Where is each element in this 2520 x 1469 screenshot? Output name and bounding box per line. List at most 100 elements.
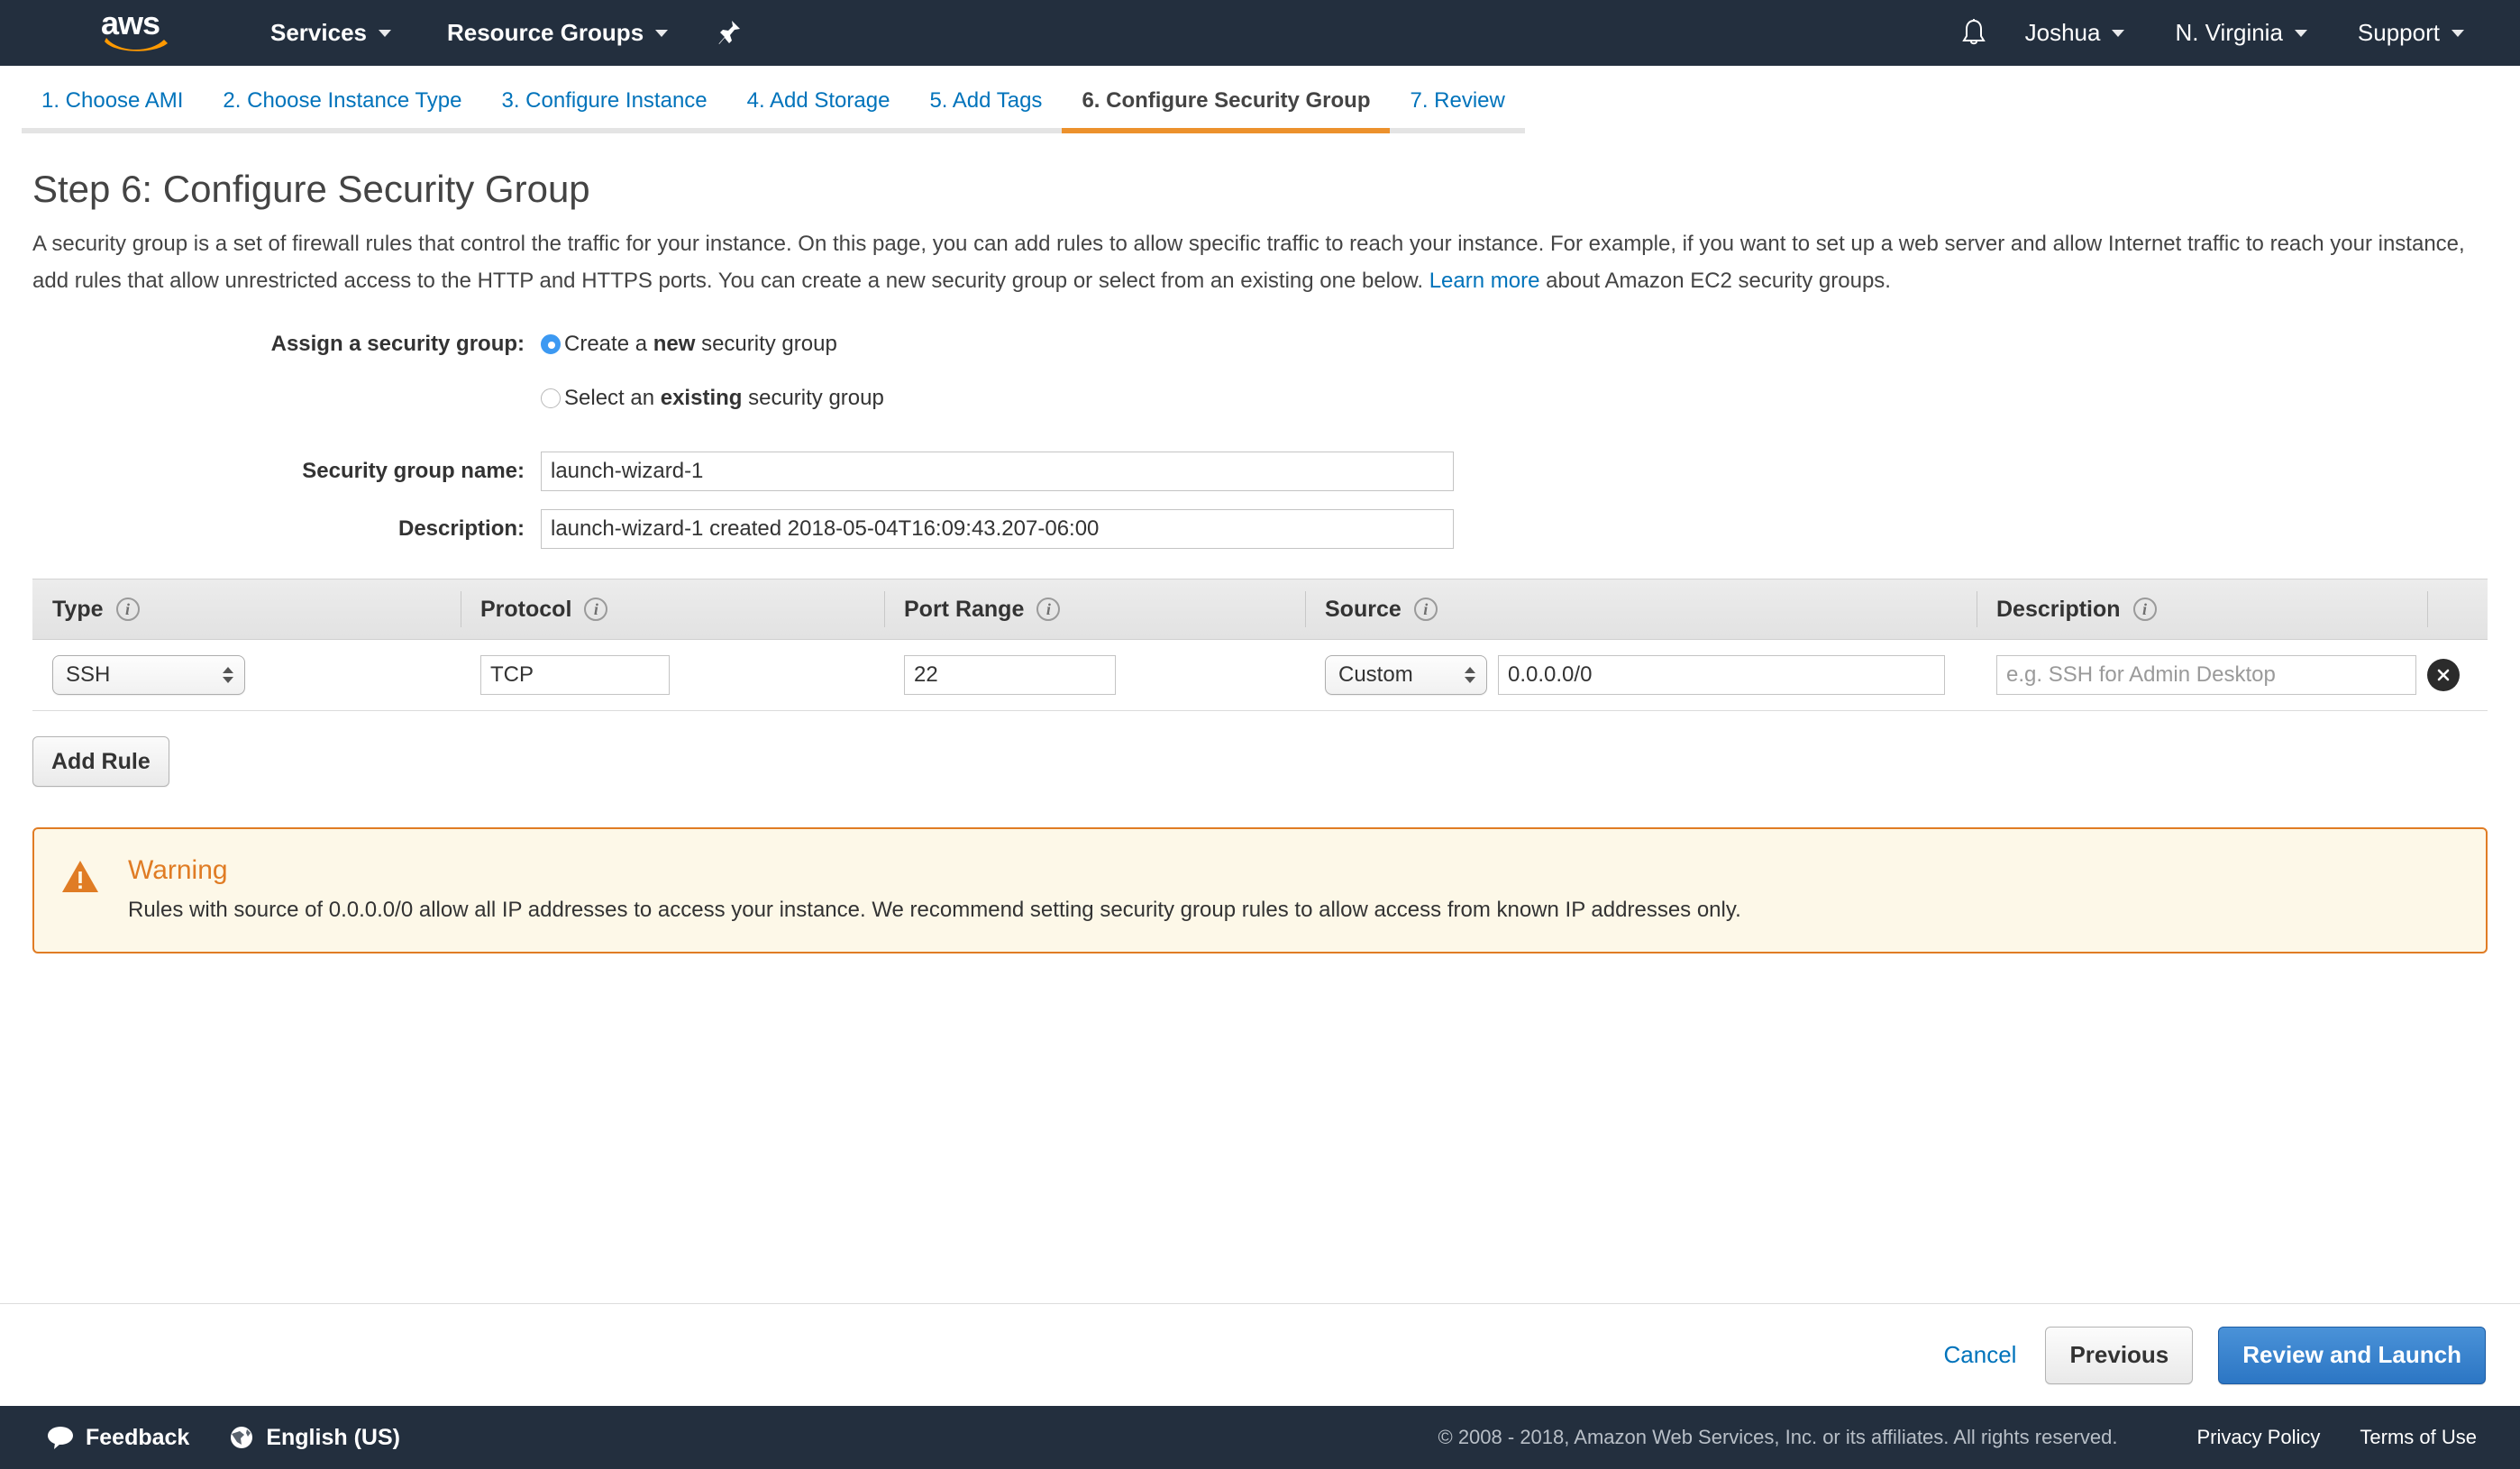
previous-button[interactable]: Previous (2045, 1326, 2194, 1384)
nav-account-label: Joshua (2024, 19, 2101, 46)
tab-configure-security-group[interactable]: 6. Configure Security Group (1062, 88, 1391, 133)
wizard-step-tabs: 1. Choose AMI 2. Choose Instance Type 3.… (0, 66, 2520, 133)
column-header-type: Type i (32, 579, 461, 640)
copyright-text: © 2008 - 2018, Amazon Web Services, Inc.… (1438, 1426, 2118, 1448)
tab-add-storage[interactable]: 4. Add Storage (726, 88, 910, 133)
tab-choose-ami[interactable]: 1. Choose AMI (22, 88, 204, 133)
delete-rule-icon[interactable] (2427, 659, 2460, 691)
warning-title: Warning (128, 855, 228, 885)
feedback-button[interactable]: Feedback (47, 1425, 189, 1451)
radio-create-new-label-post: security group (695, 332, 837, 356)
radio-select-existing-label-bold: existing (660, 386, 743, 410)
security-group-description-input[interactable] (541, 509, 1454, 549)
rule-type-cell: SSH (32, 640, 461, 711)
table-row: SSH Custom (32, 640, 2488, 711)
nav-region-menu[interactable]: N. Virginia (2175, 0, 2307, 66)
rule-delete-cell (2427, 640, 2488, 711)
nav-resource-groups-menu[interactable]: Resource Groups (446, 0, 669, 66)
add-rule-button[interactable]: Add Rule (32, 736, 169, 787)
tab-choose-instance-type[interactable]: 2. Choose Instance Type (203, 88, 482, 133)
nav-region-label: N. Virginia (2175, 19, 2283, 46)
footer-left-group: Feedback English (US) (47, 1425, 400, 1451)
info-icon[interactable]: i (1036, 598, 1061, 621)
rule-port-range-cell (884, 640, 1305, 711)
rule-type-value: SSH (66, 662, 111, 687)
warning-text: Rules with source of 0.0.0.0/0 allow all… (128, 898, 1741, 922)
rule-source-cell: Custom (1305, 640, 1977, 711)
column-header-protocol: Protocol i (461, 579, 884, 640)
pin-icon[interactable] (718, 0, 742, 66)
column-header-type-label: Type (52, 596, 104, 622)
rule-description-input[interactable] (1996, 655, 2416, 695)
radio-create-new-label-bold: new (653, 332, 696, 356)
nav-services-menu[interactable]: Services (270, 0, 391, 66)
column-header-port-range: Port Range i (884, 579, 1305, 640)
radio-select-existing-label: Select an existing security group (564, 380, 884, 416)
wizard-action-bar: Cancel Previous Review and Launch (0, 1303, 2520, 1406)
cancel-button[interactable]: Cancel (1944, 1341, 2017, 1369)
info-icon[interactable]: i (1413, 598, 1438, 621)
security-group-name-label: Security group name: (302, 459, 525, 483)
nav-services-label: Services (270, 19, 367, 46)
rule-description-cell (1977, 640, 2427, 711)
security-group-rules-table: Type i Protocol i Port Range i Source i … (32, 579, 2488, 711)
rule-type-select[interactable]: SSH (52, 655, 245, 695)
chevron-down-icon (655, 29, 669, 37)
warning-body: Warning Rules with source of 0.0.0.0/0 a… (103, 854, 1741, 925)
chevron-down-icon (2452, 29, 2464, 37)
radio-create-new-label: Create a new security group (564, 326, 837, 362)
page-title: Step 6: Configure Security Group (32, 168, 590, 210)
tab-review[interactable]: 7. Review (1390, 88, 1525, 133)
column-header-source: Source i (1305, 579, 1977, 640)
column-header-description-label: Description (1996, 596, 2121, 622)
footer-right-group: © 2008 - 2018, Amazon Web Services, Inc.… (1438, 1426, 2478, 1449)
tab-configure-instance[interactable]: 3. Configure Instance (481, 88, 727, 133)
rule-source-kind-select[interactable]: Custom (1325, 655, 1487, 695)
aws-logo-smile (105, 34, 169, 54)
column-header-protocol-label: Protocol (480, 596, 572, 622)
aws-logo-text: aws (101, 4, 160, 41)
select-stepper-icon (223, 667, 233, 683)
main-content: Step 6: Configure Security Group A secur… (0, 133, 2520, 953)
nav-account-menu[interactable]: Joshua (2025, 0, 2125, 66)
column-header-port-range-label: Port Range (904, 596, 1025, 622)
chevron-down-icon (2294, 29, 2307, 37)
feedback-label: Feedback (86, 1424, 190, 1450)
rule-protocol-cell (461, 640, 884, 711)
radio-option-create-new[interactable]: Create a new security group (541, 326, 884, 362)
rule-port-range-input[interactable] (904, 655, 1116, 695)
learn-more-link[interactable]: Learn more (1429, 269, 1540, 293)
page-footer: Feedback English (US) © 2008 - 2018, Ama… (0, 1406, 2520, 1469)
select-stepper-icon (1465, 667, 1475, 683)
top-navigation-bar: aws Services Resource Groups Joshua N. V… (0, 0, 2520, 66)
security-group-name-input[interactable] (541, 452, 1454, 491)
radio-select-existing-input[interactable] (541, 388, 561, 408)
chevron-down-icon (2112, 29, 2125, 37)
language-selector[interactable]: English (US) (229, 1425, 400, 1451)
rule-protocol-input (480, 655, 670, 695)
info-icon[interactable]: i (584, 598, 608, 621)
bell-notification-icon[interactable] (1960, 18, 1987, 49)
radio-select-existing-label-pre: Select an (564, 386, 661, 410)
info-icon[interactable]: i (2132, 598, 2157, 621)
assign-security-group-label: Assign a security group: (270, 332, 525, 356)
globe-icon (229, 1425, 254, 1450)
info-icon[interactable]: i (115, 598, 140, 621)
assign-security-group-row: Assign a security group: Create a new se… (0, 326, 2520, 416)
radio-option-select-existing[interactable]: Select an existing security group (541, 380, 884, 416)
nav-support-label: Support (2357, 19, 2440, 46)
radio-create-new-input[interactable] (541, 334, 561, 354)
page-description: A security group is a set of firewall ru… (32, 225, 2484, 299)
nav-resource-groups-label: Resource Groups (446, 19, 644, 46)
tab-add-tags[interactable]: 5. Add Tags (909, 88, 1063, 133)
privacy-policy-link[interactable]: Privacy Policy (2196, 1426, 2320, 1449)
terms-of-use-link[interactable]: Terms of Use (2360, 1426, 2477, 1449)
security-group-form: Assign a security group: Create a new se… (0, 326, 2520, 549)
review-and-launch-button[interactable]: Review and Launch (2218, 1326, 2486, 1384)
warning-banner: Warning Rules with source of 0.0.0.0/0 a… (32, 827, 2488, 953)
radio-select-existing-label-post: security group (742, 386, 884, 410)
security-group-description-row: Description: (0, 509, 2520, 549)
aws-logo[interactable]: aws (101, 4, 184, 57)
rule-source-cidr-input[interactable] (1498, 655, 1945, 695)
nav-support-menu[interactable]: Support (2358, 0, 2464, 66)
